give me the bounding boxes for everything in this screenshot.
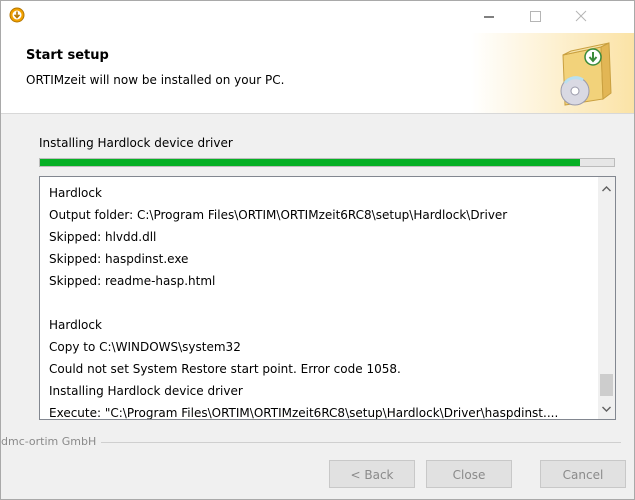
maximize-button[interactable]: [512, 1, 558, 32]
log-line: Could not set System Restore start point…: [49, 362, 401, 376]
installer-icon: [9, 7, 25, 23]
progress-fill: [40, 159, 580, 166]
chevron-down-icon: [602, 406, 611, 412]
scroll-down-button[interactable]: [598, 401, 615, 417]
divider: [101, 442, 621, 443]
log-line: Hardlock: [49, 318, 102, 332]
log-line: Copy to C:\WINDOWS\system32: [49, 340, 241, 354]
chevron-up-icon: [602, 186, 611, 192]
branding-row: dmc-ortim GmbH: [1, 435, 634, 449]
cancel-button[interactable]: Cancel: [540, 460, 626, 488]
log-line: Hardlock: [49, 186, 102, 200]
back-button[interactable]: < Back: [329, 460, 415, 488]
scroll-thumb[interactable]: [600, 374, 613, 396]
page-subtitle: ORTIMzeit will now be installed on your …: [26, 73, 285, 87]
page-title: Start setup: [26, 48, 109, 63]
scroll-up-button[interactable]: [598, 181, 615, 197]
minimize-icon: [484, 16, 494, 18]
status-label: Installing Hardlock device driver: [39, 136, 233, 150]
close-button[interactable]: Close: [426, 460, 512, 488]
log-line: Execute: "C:\Program Files\ORTIM\ORTIMze…: [49, 406, 559, 420]
brand-label: dmc-ortim GmbH: [1, 435, 101, 448]
log-line: Output folder: C:\Program Files\ORTIM\OR…: [49, 208, 508, 222]
progress-bar: [39, 158, 615, 167]
minimize-button[interactable]: [466, 1, 512, 32]
log-line: Skipped: haspdinst.exe: [49, 252, 189, 266]
log-line: Skipped: readme-hasp.html: [49, 274, 216, 288]
log-line: Skipped: hlvdd.dll: [49, 230, 157, 244]
close-window-button[interactable]: [558, 1, 604, 32]
log-lines: Hardlock Output folder: C:\Program Files…: [49, 182, 594, 420]
log-line: Installing Hardlock device driver: [49, 384, 243, 398]
cd-box-icon: [471, 33, 634, 113]
close-icon: [575, 10, 587, 22]
title-bar[interactable]: [1, 1, 634, 33]
header-panel: Start setup ORTIMzeit will now be instal…: [1, 33, 634, 114]
maximize-icon: [530, 11, 541, 22]
installer-window: Start setup ORTIMzeit will now be instal…: [0, 0, 635, 500]
details-log[interactable]: Hardlock Output folder: C:\Program Files…: [39, 176, 616, 420]
log-scrollbar[interactable]: [598, 177, 615, 419]
